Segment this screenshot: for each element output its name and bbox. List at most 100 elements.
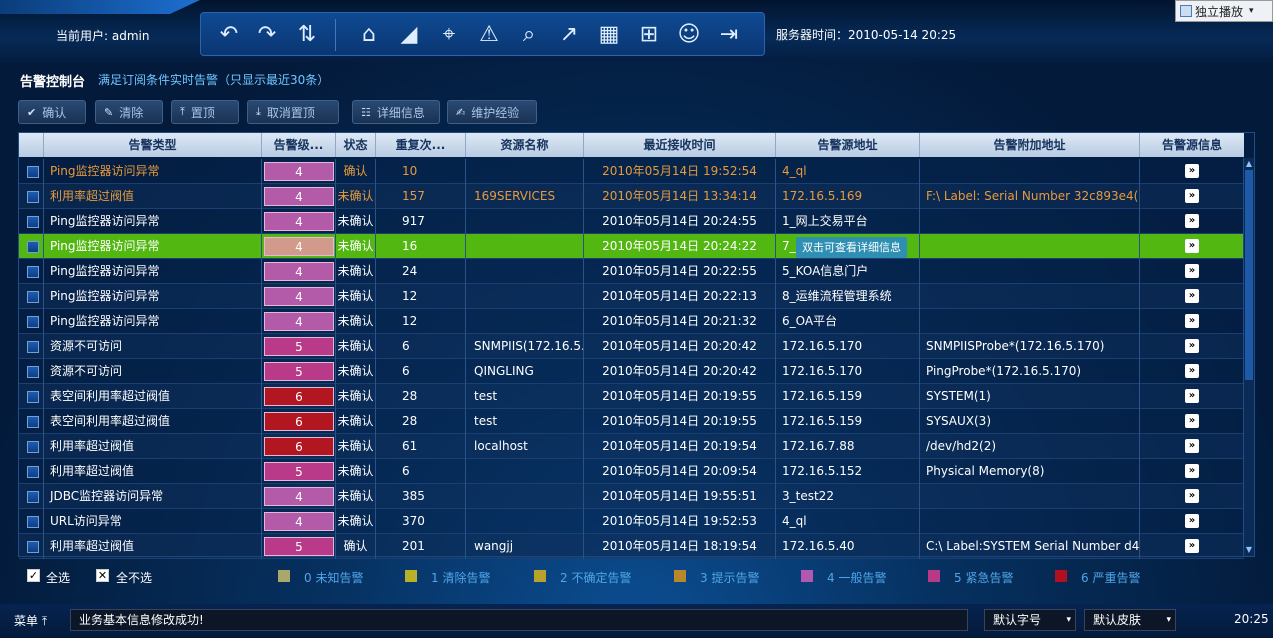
row-checkbox-cell <box>19 409 44 434</box>
table-row[interactable]: 表空间利用率超过阀值 6 未确认 28 test 2010年05月14日 20:19:55… <box>19 409 1244 434</box>
legend-swatch[interactable] <box>534 570 546 582</box>
home-icon[interactable]: ⌂ <box>353 18 385 50</box>
header-resource[interactable]: 资源名称 <box>466 133 584 157</box>
pin-top-button[interactable]: ⤒ 置顶 <box>171 100 239 124</box>
table-row[interactable]: JDBC监控器访问异常 4 未确认 385 2010年05月14日 19:55:51 3_… <box>19 484 1244 509</box>
menu-button[interactable]: 菜单 ⤒ <box>14 612 47 629</box>
row-checkbox-cell <box>19 484 44 509</box>
cell-text: 2010年05月14日 19:52:54 <box>602 164 757 178</box>
details-arrow-icon[interactable]: » <box>1185 464 1199 478</box>
header-time[interactable]: 最近接收时间 <box>584 133 776 157</box>
scroll-up-icon[interactable]: ▲ <box>1245 159 1253 168</box>
details-arrow-icon[interactable]: » <box>1185 264 1199 278</box>
header-level[interactable]: 告警级... <box>262 133 336 157</box>
cell-text: 172.16.5.40 <box>782 539 855 553</box>
details-arrow-icon[interactable]: » <box>1185 289 1199 303</box>
row-checkbox-cell <box>19 534 44 559</box>
legend-label: 4 一般告警 <box>827 571 887 585</box>
target-icon[interactable]: ⌖ <box>433 18 465 50</box>
table-row[interactable]: Ping监控器访问异常 4 未确认 917 2010年05月14日 20:24:55 1_… <box>19 209 1244 234</box>
chevron-down-icon[interactable]: ▾ <box>1249 6 1254 16</box>
legend-swatch[interactable] <box>674 570 686 582</box>
legend-swatch[interactable] <box>928 570 940 582</box>
font-size-select[interactable]: 默认字号 ▾ <box>984 609 1076 631</box>
topology-image-icon[interactable]: ◢ <box>393 18 425 50</box>
maintenance-experience-button[interactable]: ✍ 维护经验 <box>447 100 537 124</box>
table-row[interactable]: Ping监控器访问异常 4 未确认 12 2010年05月14日 20:21:32 6_O… <box>19 309 1244 334</box>
details-arrow-icon[interactable]: » <box>1185 189 1199 203</box>
forward-arrow-icon[interactable]: ↷ <box>251 18 283 50</box>
cell-text: Ping监控器访问异常 <box>50 289 160 303</box>
legend-swatch[interactable] <box>405 570 417 582</box>
header-extra[interactable]: 告警附加地址 <box>920 133 1140 157</box>
select-all-checkbox[interactable]: ✓ <box>27 569 40 582</box>
details-arrow-icon[interactable]: » <box>1185 339 1199 353</box>
table-row[interactable]: 利用率超过阀值 4 未确认 157 169SERVICES 2010年05月14日 13:… <box>19 184 1244 209</box>
search-zoom-icon[interactable]: ⌕ <box>513 18 545 50</box>
details-button[interactable]: ☷ 详细信息 <box>352 100 440 124</box>
cell-resource: 169SERVICES <box>466 184 584 209</box>
legend-swatch[interactable] <box>278 570 290 582</box>
independent-play-button[interactable]: 独立播放 ▾ <box>1175 0 1273 22</box>
table-row[interactable]: 资源不可访问 5 未确认 6 SNMPIIS(172.16.5.1 2010年05月14日… <box>19 334 1244 359</box>
table-row[interactable]: 表空间利用率超过阀值 6 未确认 28 test 2010年05月14日 20:19:55… <box>19 384 1244 409</box>
clear-button[interactable]: ✎ 清除 <box>95 100 163 124</box>
table-row[interactable]: URL访问异常 4 未确认 370 2010年05月14日 19:52:53 4_ql » <box>19 509 1244 534</box>
legend-swatch[interactable] <box>1055 570 1067 582</box>
cell-state: 确认 <box>336 534 376 559</box>
confirm-button[interactable]: ✔ 确认 <box>18 100 86 124</box>
details-arrow-icon[interactable]: » <box>1185 489 1199 503</box>
details-arrow-icon[interactable]: » <box>1185 389 1199 403</box>
details-arrow-icon[interactable]: » <box>1185 314 1199 328</box>
table-row[interactable]: 利用率超过阀值 5 未确认 6 2010年05月14日 20:09:54 172.16.5… <box>19 459 1244 484</box>
table-row[interactable]: Ping监控器访问异常 4 未确认 12 2010年05月14日 20:22:13 8_运… <box>19 284 1244 309</box>
user-service-icon[interactable]: ☺ <box>673 18 705 50</box>
details-arrow-icon[interactable]: » <box>1185 514 1199 528</box>
header-repeat[interactable]: 重复次... <box>376 133 466 157</box>
details-arrow-icon[interactable]: » <box>1185 539 1199 553</box>
grid-icon[interactable]: ▦ <box>593 18 625 50</box>
back-arrow-icon[interactable]: ↶ <box>213 18 245 50</box>
legend-swatch[interactable] <box>801 570 813 582</box>
select-none-checkbox[interactable]: ✕ <box>96 569 109 582</box>
line-chart-icon[interactable]: ↗ <box>553 18 585 50</box>
cell-repeat: 12 <box>376 309 466 334</box>
table-row[interactable]: Ping监控器访问异常 4 未确认 24 2010年05月14日 20:22:55 5_K… <box>19 259 1244 284</box>
cell-type: Ping监控器访问异常 <box>44 234 262 259</box>
cell-text: 2010年05月14日 19:55:51 <box>602 489 757 503</box>
details-arrow-icon[interactable]: » <box>1185 239 1199 253</box>
cell-info: » <box>1140 534 1244 559</box>
warning-icon[interactable]: ⚠ <box>473 18 505 50</box>
cell-repeat: 201 <box>376 534 466 559</box>
table-row[interactable]: Ping监控器访问异常 4 未确认 16 2010年05月14日 20:24:22 7_ » <box>19 234 1244 259</box>
table-row[interactable]: 利用率超过阀值 5 确认 201 wangjj 2010年05月14日 18:19:54 1… <box>19 534 1244 559</box>
scroll-down-icon[interactable]: ▼ <box>1245 545 1253 554</box>
details-arrow-icon[interactable]: » <box>1185 364 1199 378</box>
header-source[interactable]: 告警源地址 <box>776 133 920 157</box>
header-type[interactable]: 告警类型 <box>44 133 262 157</box>
cell-resource <box>466 509 584 534</box>
scroll-thumb[interactable] <box>1245 170 1253 380</box>
table-row[interactable]: Ping监控器访问异常 4 确认 10 2010年05月14日 19:52:54 4_ql… <box>19 159 1244 184</box>
details-arrow-icon[interactable]: » <box>1185 414 1199 428</box>
cell-repeat: 370 <box>376 509 466 534</box>
exit-icon[interactable]: ⇥ <box>713 18 745 50</box>
cell-text: 2010年05月14日 20:19:54 <box>602 439 757 453</box>
cell-type: Ping监控器访问异常 <box>44 209 262 234</box>
skin-select[interactable]: 默认皮肤 ▾ <box>1084 609 1176 631</box>
cell-time: 2010年05月14日 20:19:54 <box>584 434 776 459</box>
add-grid-icon[interactable]: ⊞ <box>633 18 665 50</box>
header-info[interactable]: 告警源信息 <box>1140 133 1244 157</box>
maintenance-experience-label: 维护经验 <box>471 105 520 120</box>
unpin-button[interactable]: ⤓ 取消置顶 <box>247 100 339 124</box>
details-arrow-icon[interactable]: » <box>1185 439 1199 453</box>
details-arrow-icon[interactable]: » <box>1185 214 1199 228</box>
table-row[interactable]: 资源不可访问 5 未确认 6 QINGLING 2010年05月14日 20:20:42 1… <box>19 359 1244 384</box>
refresh-icon[interactable]: ⇅ <box>291 18 323 50</box>
row-checkbox-cell <box>19 284 44 309</box>
table-row[interactable]: 利用率超过阀值 6 未确认 61 localhost 2010年05月14日 20:19:… <box>19 434 1244 459</box>
header-state[interactable]: 状态 <box>336 133 376 157</box>
table-scrollbar[interactable]: ▲ ▼ <box>1243 158 1254 556</box>
details-arrow-icon[interactable]: » <box>1185 164 1199 178</box>
cell-text: 10 <box>402 164 418 178</box>
